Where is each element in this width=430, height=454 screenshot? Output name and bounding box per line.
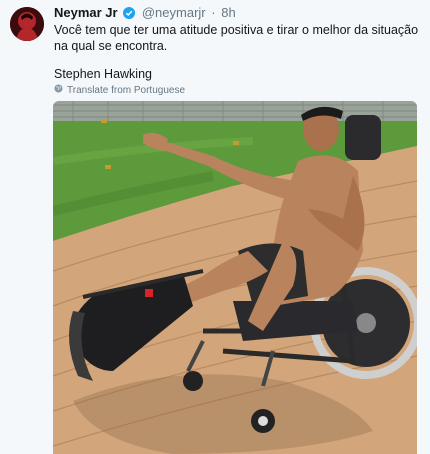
timestamp[interactable]: 8h [221, 5, 235, 20]
tweet-text: Você tem que ter uma atitude positiva e … [54, 23, 419, 53]
translate-label: Translate from Portuguese [67, 84, 186, 96]
verified-badge-icon [123, 7, 136, 23]
photo-image [53, 101, 417, 454]
tweet-header: Neymar Jr @neymarjr · 8h [54, 5, 236, 23]
user-handle[interactable]: @neymarjr [142, 5, 206, 20]
tweet: Neymar Jr @neymarjr · 8h Você tem que te… [0, 0, 430, 454]
globe-icon [54, 84, 63, 96]
quote-author: Stephen Hawking [54, 67, 152, 81]
display-name[interactable]: Neymar Jr [54, 5, 118, 20]
avatar[interactable] [10, 7, 44, 41]
avatar-image [10, 7, 44, 41]
tweet-photo[interactable] [53, 101, 417, 454]
separator-dot: · [211, 5, 216, 20]
translate-link[interactable]: Translate from Portuguese [54, 84, 185, 96]
